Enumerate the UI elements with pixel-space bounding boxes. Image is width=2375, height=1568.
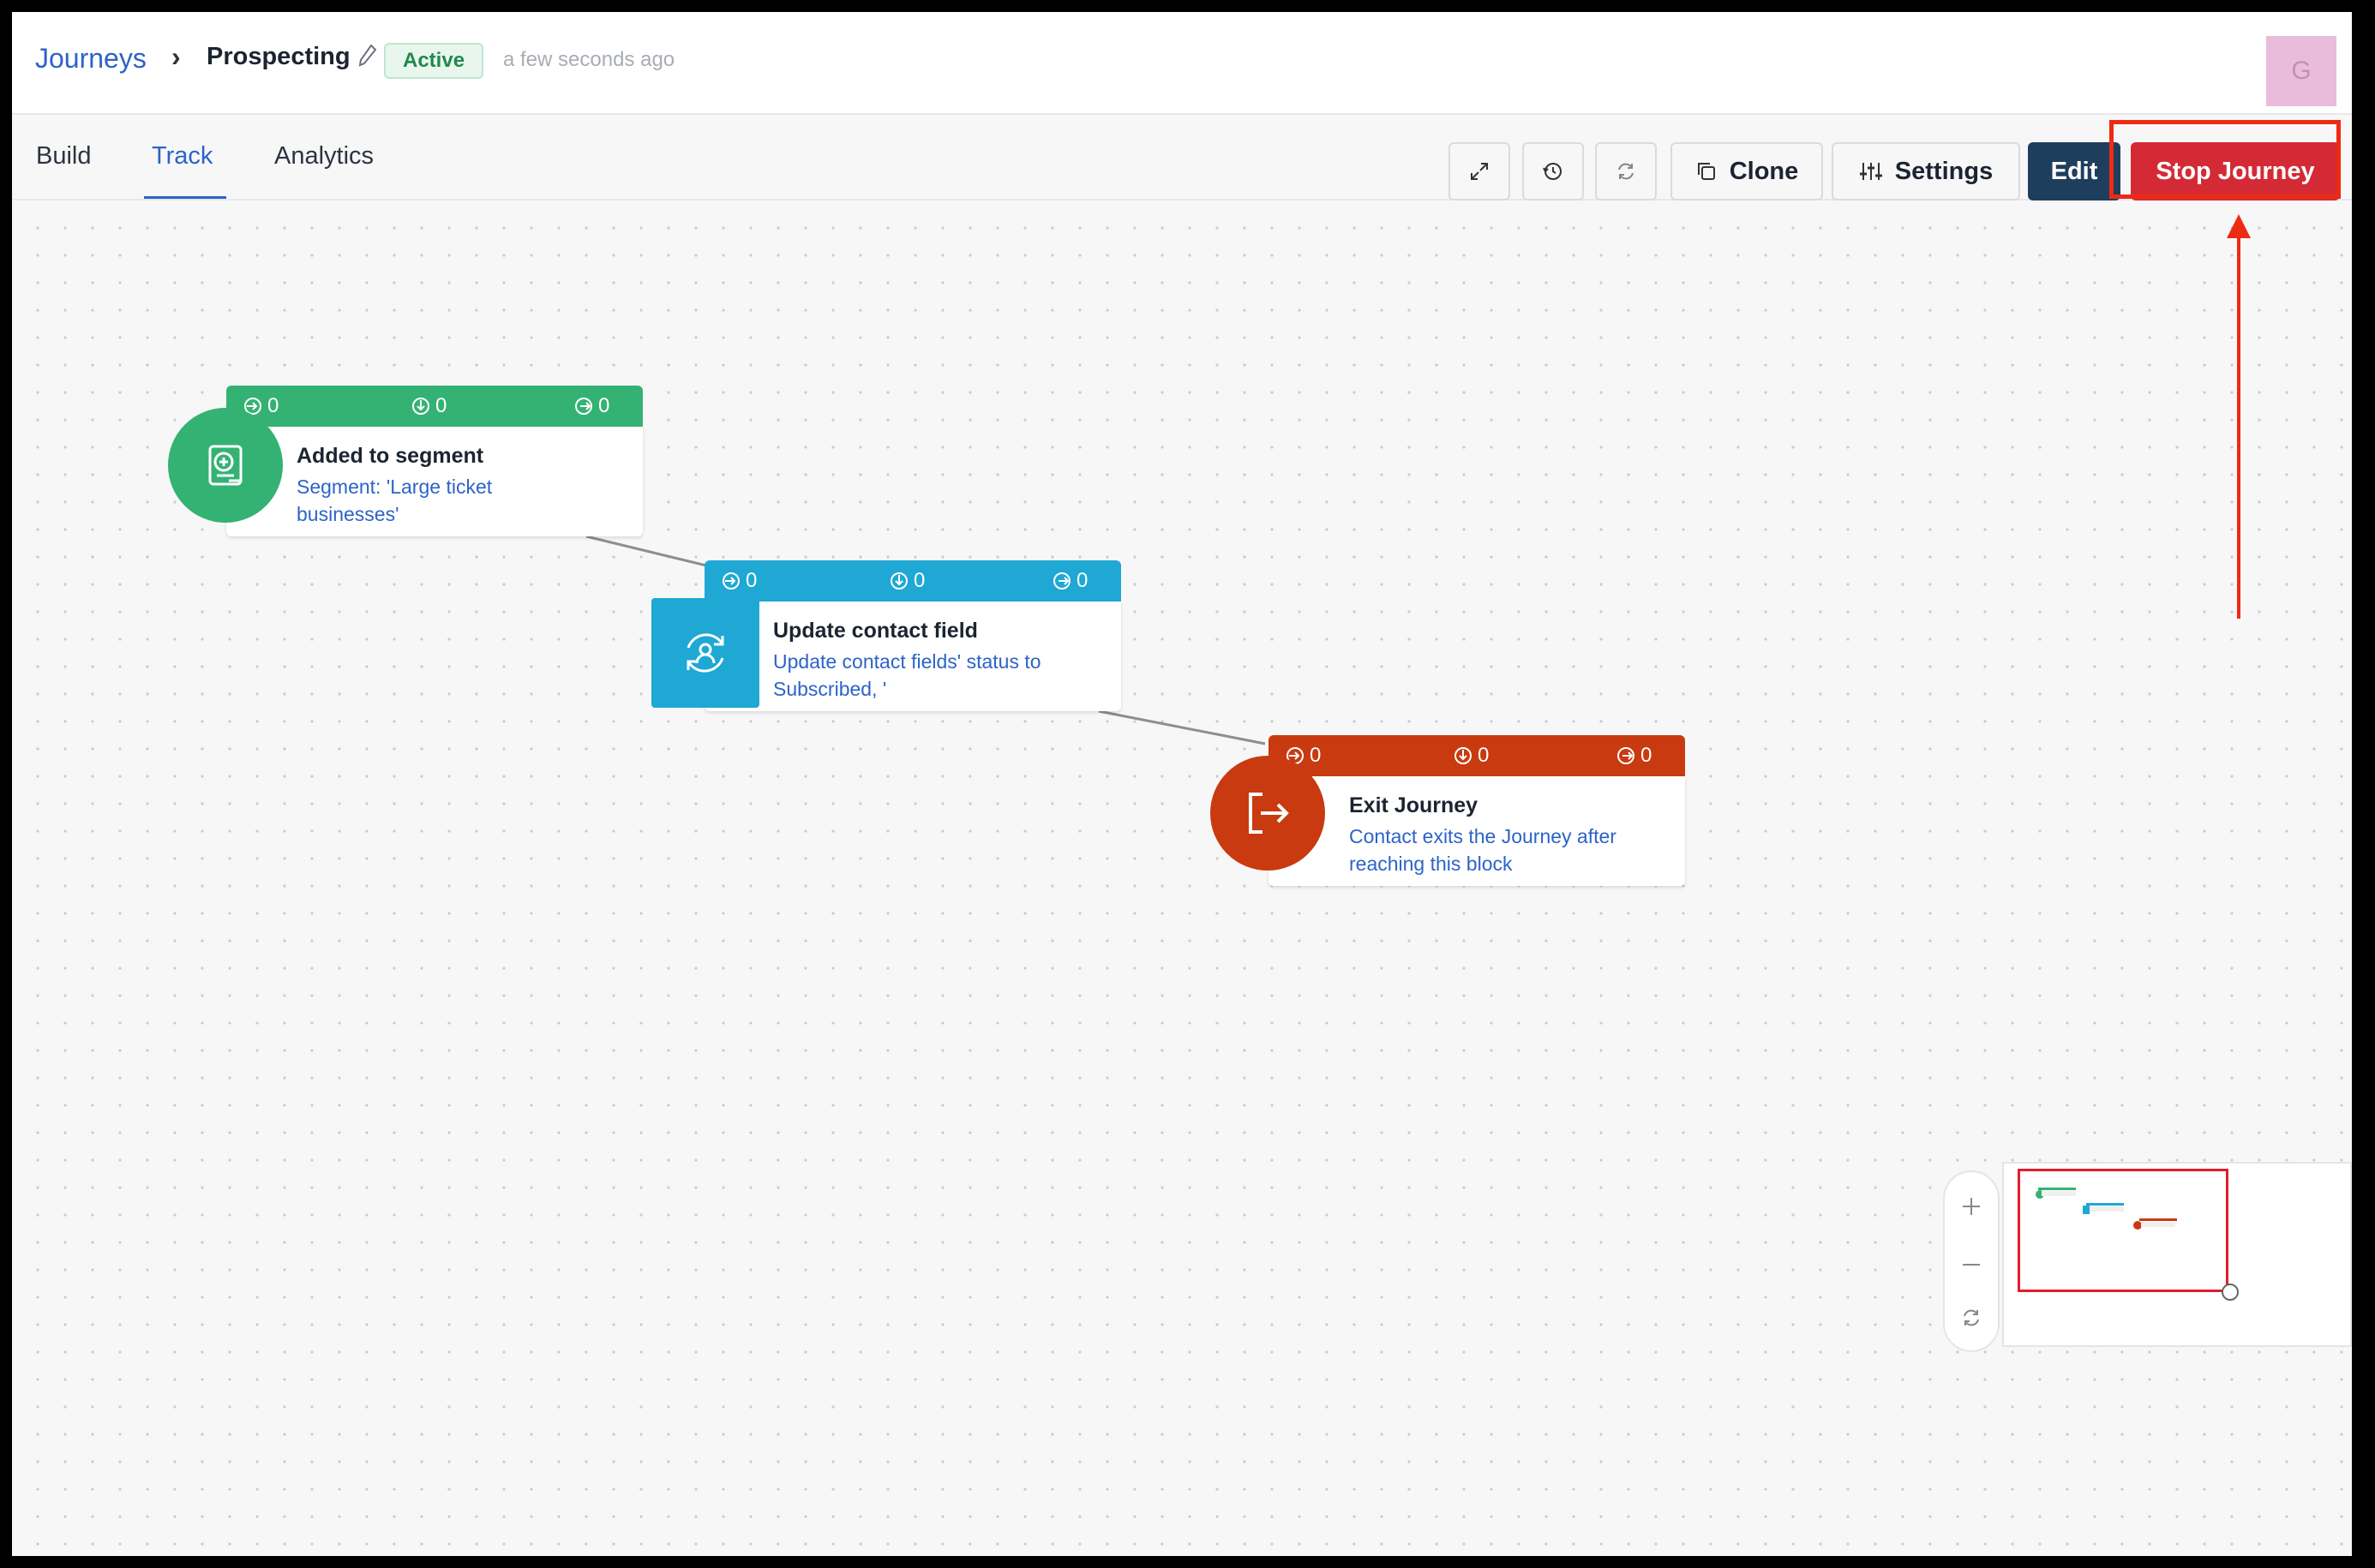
plus-icon bbox=[1963, 1198, 1980, 1215]
tab-analytics[interactable]: Analytics bbox=[274, 142, 374, 171]
node-description: Contact exits the Journey after reaching … bbox=[1349, 825, 1616, 875]
clone-label: Clone bbox=[1729, 157, 1799, 185]
zoom-out-button[interactable] bbox=[1945, 1239, 1998, 1290]
waiting-icon bbox=[1454, 747, 1472, 764]
minimap-resize-handle[interactable] bbox=[2222, 1284, 2239, 1301]
node-title: Exit Journey bbox=[1349, 793, 1478, 817]
history-icon bbox=[1543, 163, 1562, 180]
waiting-stat: 0 bbox=[1454, 744, 1489, 768]
fullscreen-button[interactable] bbox=[1448, 142, 1510, 200]
exit-stat-icon bbox=[575, 398, 592, 415]
settings-label: Settings bbox=[1894, 157, 1994, 185]
minimap-viewport[interactable] bbox=[2018, 1169, 2228, 1292]
node-stats-bar: 0 0 0 bbox=[226, 386, 643, 427]
minimap[interactable] bbox=[2002, 1162, 2352, 1347]
node-title: Added to segment bbox=[297, 444, 484, 468]
pencil-icon[interactable] bbox=[357, 43, 378, 69]
node-stats-bar: 0 0 0 bbox=[705, 560, 1121, 601]
exited-stat: 0 bbox=[1053, 569, 1088, 593]
minus-icon bbox=[1963, 1264, 1980, 1266]
zoom-controls bbox=[1943, 1170, 2000, 1352]
waiting-icon bbox=[412, 398, 429, 415]
top-bar: Journeys › Prospecting Active a few seco… bbox=[12, 12, 2352, 115]
sliders-icon bbox=[1859, 163, 1882, 180]
exit-stat-icon bbox=[1617, 747, 1634, 764]
expand-icon bbox=[1471, 163, 1488, 180]
tab-bar: Build Track Analytics Clone Settings Edi… bbox=[12, 117, 2352, 200]
status-badge: Active bbox=[384, 43, 484, 79]
journey-canvas[interactable]: 0 0 0 Added to segment Segment: 'Large t… bbox=[12, 202, 2352, 1556]
node-card[interactable]: Added to segment Segment: 'Large ticket b… bbox=[226, 427, 643, 536]
node-stats-bar: 0 0 0 bbox=[1268, 735, 1685, 776]
refresh-icon bbox=[1618, 163, 1634, 180]
clone-button[interactable]: Clone bbox=[1670, 142, 1823, 200]
annotation-highlight bbox=[2109, 120, 2341, 199]
journey-app: Journeys › Prospecting Active a few seco… bbox=[12, 12, 2352, 1556]
exited-stat: 0 bbox=[574, 394, 609, 418]
entered-stat: 0 bbox=[722, 569, 757, 593]
waiting-stat: 0 bbox=[890, 569, 925, 593]
settings-button[interactable]: Settings bbox=[1832, 142, 2020, 200]
zoom-in-button[interactable] bbox=[1945, 1181, 1998, 1232]
segment-add-icon bbox=[168, 408, 283, 523]
node-card[interactable]: Exit Journey Contact exits the Journey a… bbox=[1268, 776, 1685, 886]
exit-icon bbox=[1210, 756, 1325, 871]
edit-button[interactable]: Edit bbox=[2028, 142, 2120, 200]
breadcrumb-journeys-link[interactable]: Journeys bbox=[35, 43, 147, 75]
chevron-right-icon: › bbox=[171, 41, 181, 72]
history-button[interactable] bbox=[1522, 142, 1584, 200]
copy-icon bbox=[1697, 163, 1715, 180]
fit-view-button[interactable] bbox=[1945, 1292, 1998, 1344]
tab-build[interactable]: Build bbox=[36, 142, 92, 171]
node-description: Update contact fields' status to Subscrib… bbox=[773, 650, 1041, 700]
refresh-button[interactable] bbox=[1595, 142, 1657, 200]
node-card[interactable]: Update contact field Update contact fiel… bbox=[705, 601, 1121, 711]
tab-track[interactable]: Track bbox=[152, 142, 213, 171]
waiting-icon bbox=[891, 572, 908, 589]
node-title: Update contact field bbox=[773, 619, 978, 643]
reset-view-icon bbox=[1964, 1309, 1979, 1326]
node-description: Segment: 'Large ticket businesses' bbox=[297, 476, 493, 525]
waiting-stat: 0 bbox=[411, 394, 447, 418]
avatar[interactable]: G bbox=[2266, 36, 2336, 106]
exited-stat: 0 bbox=[1616, 744, 1652, 768]
journey-name: Prospecting bbox=[207, 43, 351, 70]
last-saved-timestamp: a few seconds ago bbox=[503, 48, 675, 71]
contact-refresh-icon bbox=[651, 598, 759, 708]
enter-icon bbox=[723, 572, 740, 589]
exit-stat-icon bbox=[1053, 572, 1071, 589]
active-tab-indicator bbox=[144, 196, 226, 199]
